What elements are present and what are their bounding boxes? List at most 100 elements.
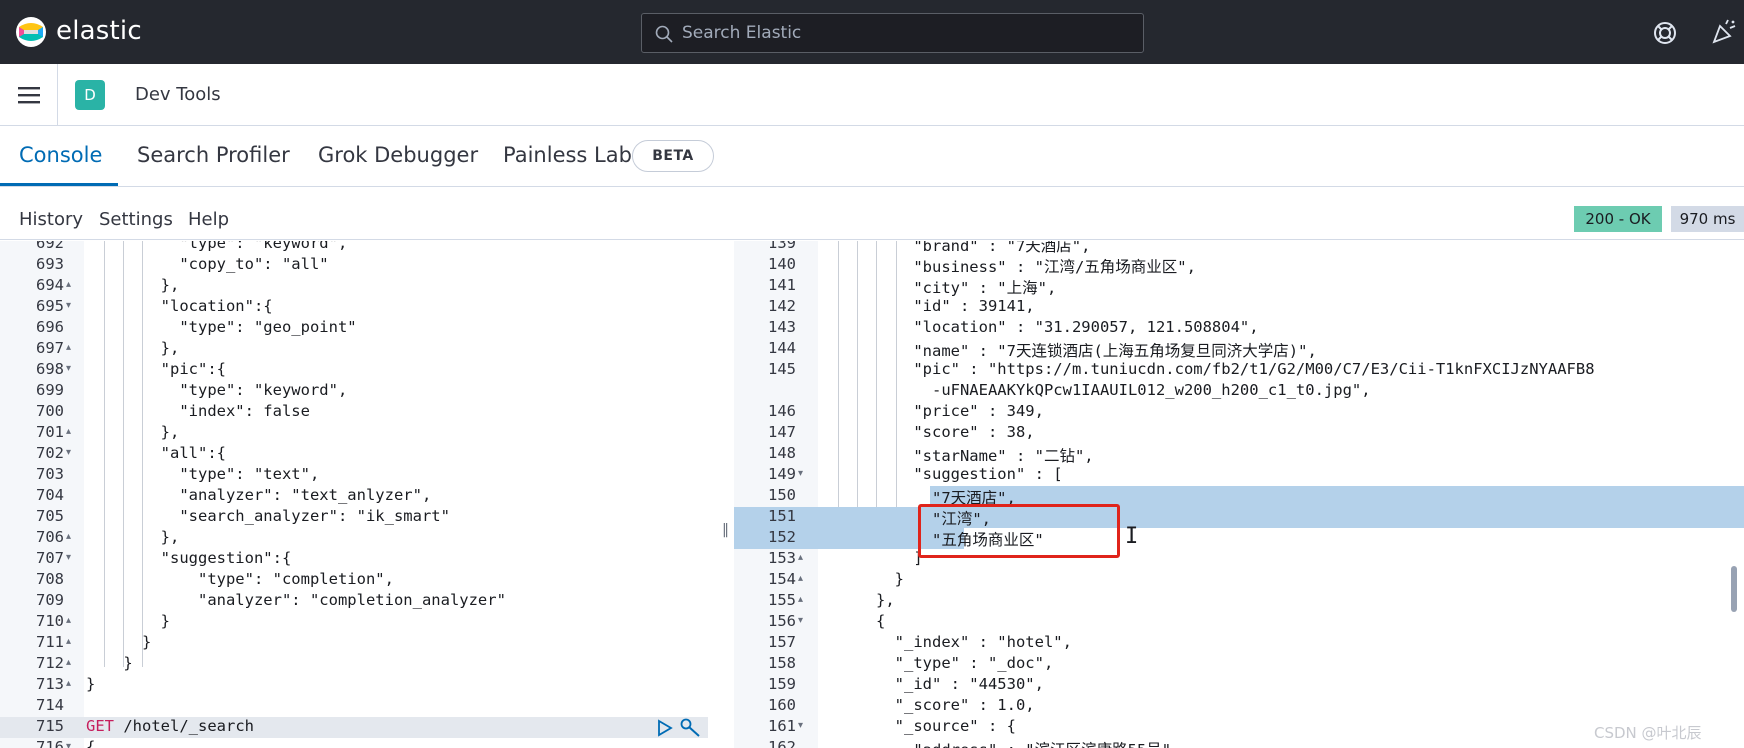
settings-button[interactable]: Settings [99,209,173,230]
code-line[interactable]: 705 "search_analyzer": "ik_smart" [0,507,720,528]
code-line[interactable]: 708 "type": "completion", [0,570,720,591]
fold-open-icon[interactable]: ▾ [66,552,71,563]
code-line[interactable]: 701 ▴ }, [0,423,720,444]
code-line[interactable]: 140 "business" : "江湾/五角场商业区", [734,255,1744,276]
code-line[interactable]: 156 ▾ { [734,612,1744,633]
code-line[interactable]: 150 "7天酒店", [734,486,1744,507]
code-line[interactable]: -uFNAEAAKYkQPcw1IAAUIL012_w200_h200_c1_t… [734,381,1744,402]
code-line[interactable]: 693 "copy_to": "all" [0,255,720,276]
code-line[interactable]: 707 ▾ "suggestion":{ [0,549,720,570]
send-request-icon[interactable] [656,719,674,737]
fold-open-icon[interactable]: ▾ [798,720,803,731]
line-number: 162 [768,738,796,748]
help-button[interactable]: Help [188,209,229,230]
fold-open-icon[interactable]: ▾ [66,741,71,748]
code-line[interactable]: 159 "_id" : "44530", [734,675,1744,696]
code-line[interactable]: 716 ▾ { [0,738,720,748]
panel-resize-handle[interactable]: ‖ [722,522,732,542]
fold-close-icon[interactable]: ▴ [66,279,71,290]
code-text: { [86,738,96,748]
wrench-icon[interactable] [680,718,702,738]
code-text: "location":{ [86,297,273,315]
code-line[interactable]: 145 "pic" : "https://m.tuniucdn.com/fb2/… [734,360,1744,381]
fold-close-icon[interactable]: ▴ [66,615,71,626]
code-line[interactable]: 148 "starName" : "二钻", [734,444,1744,465]
line-number: 703 [36,465,64,483]
code-line[interactable]: 141 "city" : "上海", [734,276,1744,297]
global-search-input[interactable]: Search Elastic [641,13,1144,53]
code-line[interactable]: 152 "五角场商业区" [734,528,1744,549]
code-line[interactable]: 712 ▴ } [0,654,720,675]
space-avatar[interactable]: D [75,80,105,110]
fold-close-icon[interactable]: ▴ [798,573,803,584]
code-text: }, [820,591,895,609]
code-line[interactable]: 154 ▴ } [734,570,1744,591]
code-line[interactable]: 153 ▴ ] [734,549,1744,570]
code-line[interactable]: 142 "id" : 39141, [734,297,1744,318]
fold-close-icon[interactable]: ▴ [798,552,803,563]
tab-console[interactable]: Console [19,143,102,167]
code-line[interactable]: 700 "index": false [0,402,720,423]
response-editor[interactable]: 139 "brand" : "7天酒店", 140 "business" : "江… [734,241,1744,748]
code-line[interactable]: 161 ▾ "_source" : { [734,717,1744,738]
code-line[interactable]: 157 "_index" : "hotel", [734,633,1744,654]
fold-close-icon[interactable]: ▴ [66,426,71,437]
elastic-logo-icon[interactable] [14,15,48,49]
code-line[interactable]: 692 "type": "keyword", [0,241,720,255]
code-line[interactable]: 704 "analyzer": "text_anlyzer", [0,486,720,507]
line-number: 716 [36,738,64,748]
code-line[interactable]: 160 "_score" : 1.0, [734,696,1744,717]
code-line[interactable]: 703 "type": "text", [0,465,720,486]
code-line[interactable]: 147 "score" : 38, [734,423,1744,444]
request-editor[interactable]: 692 "type": "keyword", 693 "copy_to": "al… [0,241,720,748]
history-button[interactable]: History [19,209,83,230]
code-line[interactable]: 694 ▴ }, [0,276,720,297]
tab-grok-debugger[interactable]: Grok Debugger [318,143,478,167]
code-line[interactable]: 155 ▴ }, [734,591,1744,612]
code-line[interactable]: 711 ▴ } [0,633,720,654]
fold-open-icon[interactable]: ▾ [66,300,71,311]
code-line[interactable]: 696 "type": "geo_point" [0,318,720,339]
code-line[interactable]: 715 GET /hotel/_search [0,717,720,738]
line-number: 706 [36,528,64,546]
code-line[interactable]: 162 "address" : "滨江区滨康路55号", [734,738,1744,748]
fold-close-icon[interactable]: ▴ [66,636,71,647]
code-line[interactable]: 146 "price" : 349, [734,402,1744,423]
fold-close-icon[interactable]: ▴ [66,342,71,353]
code-line[interactable]: 143 "location" : "31.290057, 121.508804"… [734,318,1744,339]
code-text: "_score" : 1.0, [820,696,1035,714]
fold-open-icon[interactable]: ▾ [798,615,803,626]
fold-open-icon[interactable]: ▾ [798,468,803,479]
code-line[interactable]: 706 ▴ }, [0,528,720,549]
fold-close-icon[interactable]: ▴ [66,678,71,689]
code-line[interactable]: 699 "type": "keyword", [0,381,720,402]
code-line[interactable]: 151 "江湾", [734,507,1744,528]
newsfeed-icon[interactable] [1710,18,1738,46]
code-line[interactable]: 144 "name" : "7天连锁酒店(上海五角场复旦同济大学店)", [734,339,1744,360]
response-scrollbar[interactable] [1731,566,1737,612]
code-line[interactable]: 139 "brand" : "7天酒店", [734,241,1744,255]
menu-icon[interactable] [18,86,40,104]
code-line[interactable]: 698 ▾ "pic":{ [0,360,720,381]
fold-close-icon[interactable]: ▴ [798,594,803,605]
line-number: 157 [768,633,796,651]
code-line[interactable]: 149 ▾ "suggestion" : [ [734,465,1744,486]
code-line[interactable]: 714 [0,696,720,717]
code-line[interactable]: 697 ▴ }, [0,339,720,360]
fold-close-icon[interactable]: ▴ [66,657,71,668]
code-line[interactable]: 702 ▾ "all":{ [0,444,720,465]
code-line[interactable]: 710 ▴ } [0,612,720,633]
line-number: 158 [768,654,796,672]
tab-painless-lab[interactable]: Painless Lab [503,143,632,167]
help-icon[interactable] [1652,20,1678,46]
code-line[interactable]: 709 "analyzer": "completion_analyzer" [0,591,720,612]
code-line[interactable]: 713 ▴} [0,675,720,696]
fold-open-icon[interactable]: ▾ [66,447,71,458]
code-line[interactable]: 158 "_type" : "_doc", [734,654,1744,675]
tab-search-profiler[interactable]: Search Profiler [137,143,290,167]
fold-close-icon[interactable]: ▴ [66,531,71,542]
brand-name[interactable]: elastic [56,16,142,46]
breadcrumb-divider [57,64,58,125]
code-line[interactable]: 695 ▾ "location":{ [0,297,720,318]
fold-open-icon[interactable]: ▾ [66,363,71,374]
